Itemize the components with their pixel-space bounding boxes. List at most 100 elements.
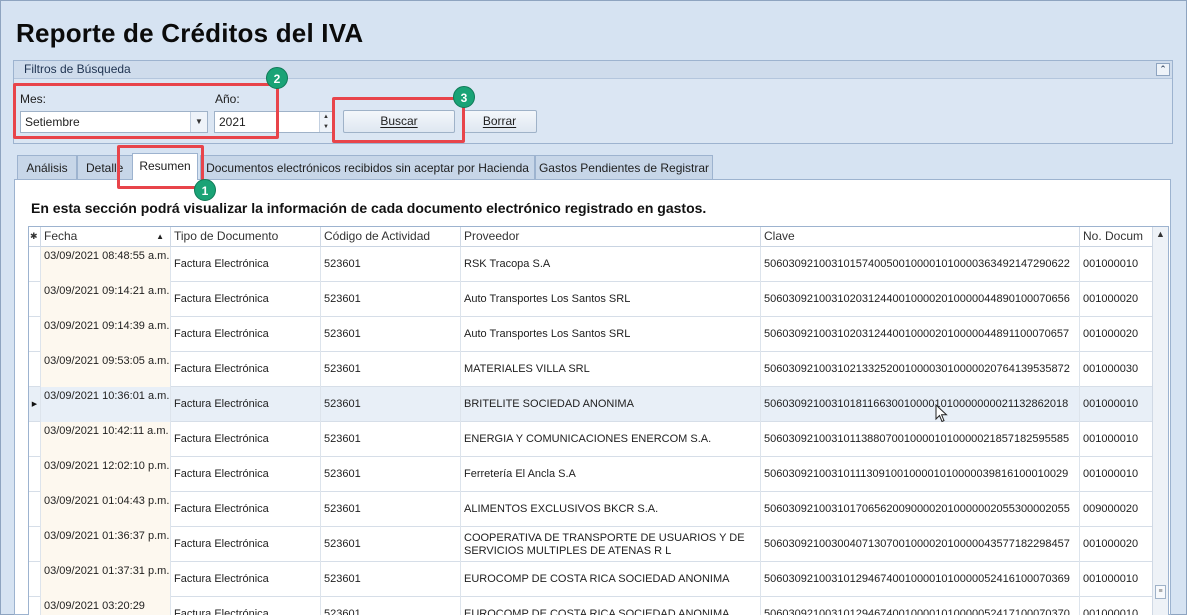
cell-proveedor[interactable]: BRITELITE SOCIEDAD ANONIMA [461,387,761,422]
vertical-scrollbar[interactable]: ▲ ≡ [1152,227,1168,615]
table-row[interactable]: 03/09/2021 08:48:55 a.m. Factura Electrón… [29,247,1153,282]
cell-tipo[interactable]: Factura Electrónica [171,492,321,527]
tab-analisis[interactable]: Análisis [17,155,77,180]
table-row[interactable]: 03/09/2021 01:37:31 p.m. Factura Electrón… [29,562,1153,597]
spin-arrows-icon[interactable]: ▲ ▼ [319,112,332,132]
cell-nodoc[interactable]: 009000020 [1080,492,1153,527]
cell-tipo[interactable]: Factura Electrónica [171,527,321,562]
cell-proveedor[interactable]: Auto Transportes Los Santos SRL [461,282,761,317]
cell-fecha[interactable]: 03/09/2021 01:36:37 p.m. [41,527,171,562]
cell-fecha[interactable]: 03/09/2021 09:14:39 a.m. [41,317,171,352]
cell-clave[interactable]: 5060309210031015740050010000101000036349… [761,247,1080,282]
cell-codigo[interactable]: 523601 [321,247,461,282]
cell-tipo[interactable]: Factura Electrónica [171,422,321,457]
table-row[interactable]: 03/09/2021 10:42:11 a.m. Factura Electrón… [29,422,1153,457]
cell-fecha[interactable]: 03/09/2021 08:48:55 a.m. [41,247,171,282]
table-row[interactable]: 03/09/2021 09:53:05 a.m. Factura Electrón… [29,352,1153,387]
cell-nodoc[interactable]: 001000010 [1080,387,1153,422]
cell-nodoc[interactable]: 001000010 [1080,247,1153,282]
scroll-up-icon[interactable]: ▲ [1156,229,1165,239]
cell-nodoc[interactable]: 001000020 [1080,317,1153,352]
cell-tipo[interactable]: Factura Electrónica [171,597,321,615]
cell-clave[interactable]: 5060309210031011388070010000101000002185… [761,422,1080,457]
cell-proveedor[interactable]: ENERGIA Y COMUNICACIONES ENERCOM S.A. [461,422,761,457]
cell-nodoc[interactable]: 001000010 [1080,422,1153,457]
cell-clave[interactable]: 5060309210031017065620090000201000000205… [761,492,1080,527]
documents-grid[interactable]: ✱ Fecha ▲ Tipo de Documento Código de Ac… [28,226,1169,615]
cell-nodoc[interactable]: 001000010 [1080,457,1153,492]
table-row[interactable]: 03/09/2021 01:36:37 p.m. Factura Electrón… [29,527,1153,562]
cell-tipo[interactable]: Factura Electrónica [171,317,321,352]
cell-proveedor[interactable]: RSK Tracopa S.A [461,247,761,282]
cell-proveedor[interactable]: Ferretería El Ancla S.A [461,457,761,492]
cell-codigo[interactable]: 523601 [321,387,461,422]
collapse-up-icon[interactable]: ⌃ [1156,63,1170,76]
cell-fecha[interactable]: 03/09/2021 01:04:43 p.m. [41,492,171,527]
cell-codigo[interactable]: 523601 [321,352,461,387]
column-header-tipo[interactable]: Tipo de Documento [171,227,321,247]
tab-resumen[interactable]: Resumen [132,153,198,180]
column-header-proveedor[interactable]: Proveedor [461,227,761,247]
cell-fecha[interactable]: 03/09/2021 01:37:31 p.m. [41,562,171,597]
column-header-fecha[interactable]: Fecha ▲ [41,227,171,247]
cell-clave[interactable]: 5060309210031020312440010000201000004489… [761,282,1080,317]
table-row[interactable]: 03/09/2021 09:14:21 a.m. Factura Electrón… [29,282,1153,317]
cell-codigo[interactable]: 523601 [321,562,461,597]
table-row[interactable]: ▶ 03/09/2021 10:36:01 a.m. Factura Electró… [29,387,1153,422]
column-header-no-documento[interactable]: No. Docum [1080,227,1153,247]
cell-codigo[interactable]: 523601 [321,282,461,317]
cell-clave[interactable]: 5060309210031018116630010000101000000002… [761,387,1080,422]
row-indicator[interactable] [29,527,41,562]
cell-proveedor[interactable]: ALIMENTOS EXCLUSIVOS BKCR S.A. [461,492,761,527]
table-row[interactable]: 03/09/2021 03:20:29 Factura Electrónica 52… [29,597,1153,615]
cell-proveedor[interactable]: EUROCOMP DE COSTA RICA SOCIEDAD ANONIMA [461,597,761,615]
cell-tipo[interactable]: Factura Electrónica [171,457,321,492]
current-row-icon[interactable]: ▶ [29,387,41,422]
cell-codigo[interactable]: 523601 [321,492,461,527]
column-header-clave[interactable]: Clave [761,227,1080,247]
cell-tipo[interactable]: Factura Electrónica [171,247,321,282]
cell-fecha[interactable]: 03/09/2021 03:20:29 [41,597,171,615]
filters-header[interactable]: Filtros de Búsqueda ⌃ [14,61,1172,79]
table-row[interactable]: 03/09/2021 12:02:10 p.m. Factura Electrón… [29,457,1153,492]
cell-fecha[interactable]: 03/09/2021 12:02:10 p.m. [41,457,171,492]
cell-clave[interactable]: 5060309210031020312440010000201000004489… [761,317,1080,352]
row-indicator[interactable] [29,562,41,597]
table-row[interactable]: 03/09/2021 09:14:39 a.m. Factura Electrón… [29,317,1153,352]
cell-codigo[interactable]: 523601 [321,457,461,492]
row-indicator[interactable] [29,247,41,282]
clear-button[interactable]: Borrar [462,110,537,133]
cell-clave[interactable]: 5060309210031011130910010000101000003981… [761,457,1080,492]
cell-proveedor[interactable]: COOPERATIVA DE TRANSPORTE DE USUARIOS Y … [461,527,761,562]
cell-clave[interactable]: 5060309210031012946740010000101000005241… [761,562,1080,597]
cell-codigo[interactable]: 523601 [321,597,461,615]
scroll-thumb[interactable]: ≡ [1155,585,1166,599]
cell-tipo[interactable]: Factura Electrónica [171,562,321,597]
row-indicator[interactable] [29,492,41,527]
cell-proveedor[interactable]: EUROCOMP DE COSTA RICA SOCIEDAD ANONIMA [461,562,761,597]
tab-documentos-sin-aceptar[interactable]: Documentos electrónicos recibidos sin ac… [200,155,535,180]
row-indicator[interactable] [29,597,41,615]
column-header-codigo[interactable]: Código de Actividad [321,227,461,247]
cell-nodoc[interactable]: 001000010 [1080,562,1153,597]
row-indicator[interactable] [29,457,41,492]
cell-nodoc[interactable]: 001000020 [1080,527,1153,562]
cell-tipo[interactable]: Factura Electrónica [171,352,321,387]
row-indicator[interactable] [29,352,41,387]
tab-gastos-pendientes[interactable]: Gastos Pendientes de Registrar [535,155,713,180]
cell-clave[interactable]: 5060309210031012946740010000101000005241… [761,597,1080,615]
cell-codigo[interactable]: 523601 [321,527,461,562]
cell-clave[interactable]: 5060309210030040713070010000201000004357… [761,527,1080,562]
cell-tipo[interactable]: Factura Electrónica [171,282,321,317]
cell-proveedor[interactable]: Auto Transportes Los Santos SRL [461,317,761,352]
cell-codigo[interactable]: 523601 [321,422,461,457]
cell-fecha[interactable]: 03/09/2021 10:36:01 a.m. [41,387,171,422]
cell-proveedor[interactable]: MATERIALES VILLA SRL [461,352,761,387]
cell-nodoc[interactable]: 001000010 [1080,597,1153,615]
cell-clave[interactable]: 5060309210031021332520010000301000002076… [761,352,1080,387]
cell-nodoc[interactable]: 001000030 [1080,352,1153,387]
table-row[interactable]: 03/09/2021 01:04:43 p.m. Factura Electrón… [29,492,1153,527]
cell-fecha[interactable]: 03/09/2021 09:53:05 a.m. [41,352,171,387]
row-indicator[interactable] [29,282,41,317]
cell-fecha[interactable]: 03/09/2021 10:42:11 a.m. [41,422,171,457]
